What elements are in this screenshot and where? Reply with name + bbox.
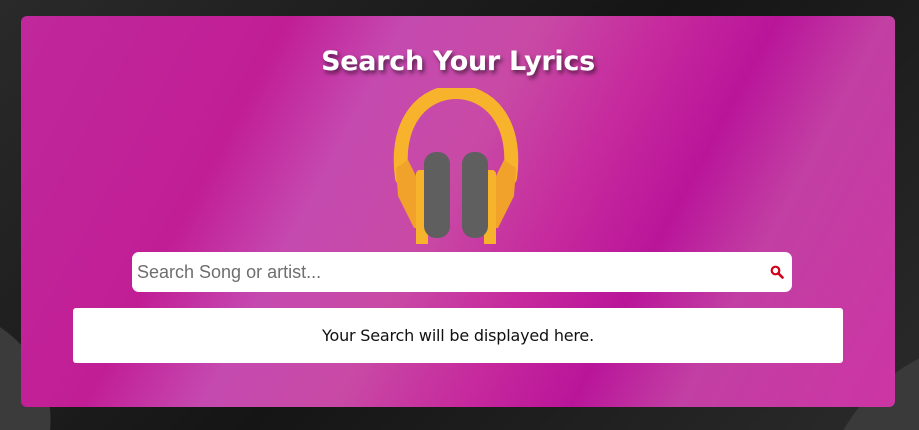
search-result-panel: Your Search will be displayed here. [73, 308, 843, 363]
headphones-icon [393, 88, 519, 244]
search-input[interactable] [132, 252, 752, 292]
search-icon[interactable] [770, 265, 784, 279]
search-bar [132, 252, 792, 292]
lyrics-search-card: Search Your Lyrics Your Search will be d… [21, 16, 895, 407]
result-placeholder-text: Your Search will be displayed here. [322, 326, 594, 345]
page-title: Search Your Lyrics [321, 46, 595, 77]
